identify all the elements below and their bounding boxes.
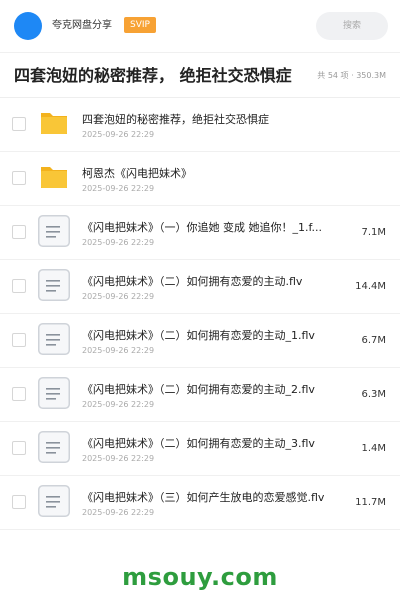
- document-icon: [38, 215, 70, 247]
- file-name[interactable]: 柯恩杰《闪电把妹术》: [82, 166, 192, 181]
- item-count: 共 54 项 · 350.3M: [317, 71, 386, 80]
- title-row: 四套泡妞的秘密推荐， 绝拒社交恐惧症 共 54 项 · 350.3M: [0, 53, 400, 98]
- file-name[interactable]: 《闪电把妹术》（二）如何拥有恋爱的主动_3.flv: [82, 436, 315, 451]
- file-row[interactable]: 《闪电把妹术》（二）如何拥有恋爱的主动_3.flv 2025-09-26 22:2…: [0, 422, 400, 476]
- watermark-text: msouy.com: [122, 563, 278, 591]
- file-date: 2025-09-26 22:29: [82, 346, 155, 355]
- row-checkbox[interactable]: [12, 333, 26, 347]
- file-row[interactable]: 《闪电把妹术》（一）你追她 变成 她追你！_1.f... 2025-09-26 2…: [0, 206, 400, 260]
- header: 夸克网盘分享 SVIP 搜索: [0, 0, 400, 52]
- row-checkbox[interactable]: [12, 117, 26, 131]
- file-date: 2025-09-26 22:29: [82, 508, 155, 517]
- file-size: 1.4M: [361, 443, 386, 454]
- file-date: 2025-09-26 22:29: [82, 184, 155, 193]
- file-name[interactable]: 《闪电把妹术》（二）如何拥有恋爱的主动.flv: [82, 274, 302, 289]
- file-row[interactable]: 《闪电把妹术》（二）如何拥有恋爱的主动_1.flv 2025-09-26 22:2…: [0, 314, 400, 368]
- brand-name: 夸克网盘分享: [52, 20, 112, 31]
- row-checkbox[interactable]: [12, 441, 26, 455]
- file-name[interactable]: 《闪电把妹术》（二）如何拥有恋爱的主动_2.flv: [82, 382, 315, 397]
- file-date: 2025-09-26 22:29: [82, 130, 155, 139]
- page-title: 四套泡妞的秘密推荐， 绝拒社交恐惧症: [14, 66, 292, 85]
- row-checkbox[interactable]: [12, 225, 26, 239]
- row-checkbox[interactable]: [12, 171, 26, 185]
- file-size: 6.7M: [361, 335, 386, 346]
- file-row[interactable]: 《闪电把妹术》（二）如何拥有恋爱的主动.flv 2025-09-26 22:29 1…: [0, 260, 400, 314]
- file-date: 2025-09-26 22:29: [82, 400, 155, 409]
- file-row[interactable]: 柯恩杰《闪电把妹术》 2025-09-26 22:29: [0, 152, 400, 206]
- document-icon: [38, 431, 70, 463]
- file-row[interactable]: 四套泡妞的秘密推荐，绝拒社交恐惧症 2025-09-26 22:29: [0, 98, 400, 152]
- row-checkbox[interactable]: [12, 279, 26, 293]
- file-name[interactable]: 《闪电把妹术》（一）你追她 变成 她追你！_1.f...: [82, 220, 322, 235]
- document-icon: [38, 377, 70, 409]
- file-name[interactable]: 《闪电把妹术》（二）如何拥有恋爱的主动_1.flv: [82, 328, 315, 343]
- file-size: 7.1M: [361, 227, 386, 238]
- file-date: 2025-09-26 22:29: [82, 454, 155, 463]
- file-list: 四套泡妞的秘密推荐，绝拒社交恐惧症 2025-09-26 22:29 柯恩杰《闪电把…: [0, 98, 400, 530]
- file-date: 2025-09-26 22:29: [82, 238, 155, 247]
- row-checkbox[interactable]: [12, 495, 26, 509]
- avatar[interactable]: [14, 12, 42, 40]
- file-row[interactable]: 《闪电把妹术》（二）如何拥有恋爱的主动_2.flv 2025-09-26 22:2…: [0, 368, 400, 422]
- document-icon: [38, 269, 70, 301]
- file-name[interactable]: 四套泡妞的秘密推荐，绝拒社交恐惧症: [82, 112, 269, 127]
- document-icon: [38, 485, 70, 517]
- folder-icon: [38, 161, 70, 193]
- file-size: 14.4M: [355, 281, 386, 292]
- svip-badge: SVIP: [124, 17, 156, 33]
- folder-icon: [38, 107, 70, 139]
- search-input[interactable]: 搜索: [316, 12, 388, 40]
- document-icon: [38, 323, 70, 355]
- row-checkbox[interactable]: [12, 387, 26, 401]
- file-size: 6.3M: [361, 389, 386, 400]
- file-date: 2025-09-26 22:29: [82, 292, 155, 301]
- file-row[interactable]: 《闪电把妹术》（三）如何产生放电的恋爱感觉.flv 2025-09-26 22:2…: [0, 476, 400, 530]
- file-size: 11.7M: [355, 497, 386, 508]
- file-name[interactable]: 《闪电把妹术》（三）如何产生放电的恋爱感觉.flv: [82, 490, 324, 505]
